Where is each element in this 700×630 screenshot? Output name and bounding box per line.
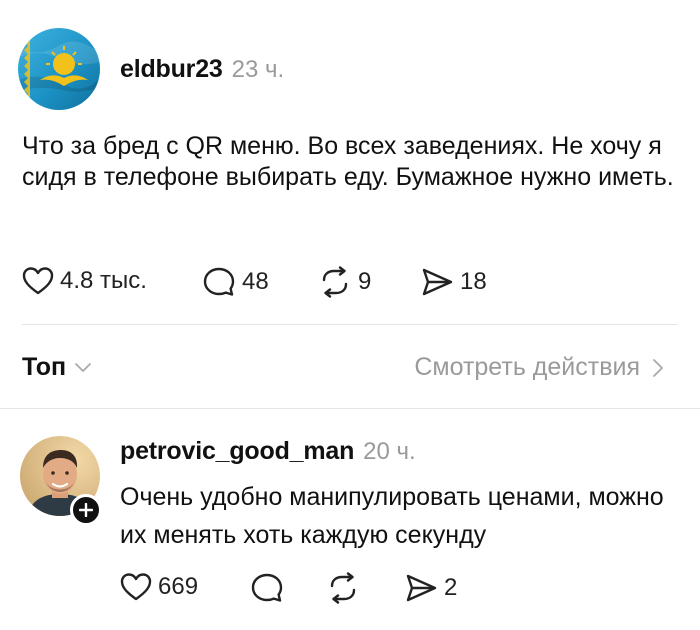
post-header: eldbur23 23 ч. [120,55,284,84]
sort-label: Топ [22,353,67,381]
post-time: 23 ч. [231,56,285,83]
share-button[interactable]: 18 [420,266,487,298]
repost-icon [322,266,348,298]
repost-icon [330,572,356,604]
like-button[interactable]: 4.8 тыс. [22,266,147,296]
divider [0,408,700,409]
comment-button[interactable] [250,572,284,604]
heart-icon [22,267,54,295]
share-count: 2 [444,574,458,601]
reply-text: Очень удобно манипулировать ценами, можн… [120,483,664,549]
reply-header: petrovic_good_man 20 ч. [120,437,416,466]
plus-icon [79,503,93,517]
share-button[interactable]: 2 [404,572,457,604]
comment-icon [203,267,235,296]
repost-button[interactable]: 9 [318,266,371,298]
post-text: Что за бред с QR меню. Во всех заведения… [22,132,674,191]
post-username[interactable]: eldbur23 [120,55,223,84]
send-icon [422,268,453,296]
chevron-down-icon [75,362,91,372]
repost-count: 9 [358,268,372,295]
heart-icon [120,573,152,601]
reply-time: 20 ч. [363,438,416,465]
comment-count: 48 [242,268,269,295]
like-button[interactable]: 669 [120,572,198,602]
reply-username[interactable]: petrovic_good_man [120,437,354,466]
follow-button[interactable] [70,494,102,526]
comment-icon [251,573,283,602]
divider [22,324,678,325]
sort-dropdown[interactable]: Топ [22,353,92,382]
chevron-right-icon [653,358,663,377]
view-activity-label: Смотреть действия [414,353,640,381]
share-count: 18 [460,268,487,295]
kazakhstan-flag-image [18,28,100,110]
view-activity-link[interactable]: Смотреть действия [414,353,664,382]
like-count: 4.8 тыс. [60,267,147,294]
avatar[interactable] [18,28,100,110]
send-icon [406,574,437,602]
like-count: 669 [158,573,199,600]
repost-button[interactable] [326,572,360,604]
comment-button[interactable]: 48 [202,266,269,298]
